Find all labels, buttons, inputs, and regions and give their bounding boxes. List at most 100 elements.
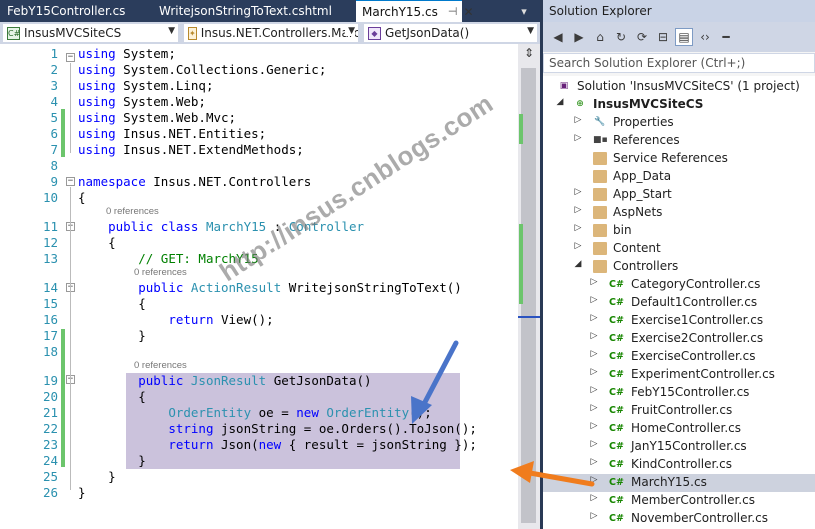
change-indicator [61,109,65,157]
codelens-references[interactable]: 0 references [134,267,187,278]
tab-marchy15[interactable]: MarchY15.cs ⊣ ✕ [356,0,474,22]
collapsed-icon[interactable]: ▷ [589,331,599,341]
collapsed-icon[interactable]: ▷ [573,223,583,233]
codelens-references[interactable]: 0 references [106,206,159,217]
tab-writejsonstringtotext[interactable]: WritejsonStringToText.cshtml [150,0,356,22]
tree-item-label: References [613,133,680,147]
codelens-references[interactable]: 0 references [134,360,187,371]
collapsed-icon[interactable]: ▷ [589,367,599,377]
code-line: { [78,389,146,404]
tree-item-app-data[interactable]: App_Data [543,168,815,186]
tree-item-controller-file-selected[interactable]: ▷ C# MarchY15.cs [543,474,815,492]
tree-item-controller-file[interactable]: ▷ C# ExerciseController.cs [543,348,815,366]
tree-item-controller-file[interactable]: ▷ C# Exercise1Controller.cs [543,312,815,330]
tree-item-content[interactable]: ▷ Content [543,240,815,258]
code-editor-pane: FebY15Controller.cs WritejsonStringToTex… [0,0,540,529]
expanded-icon[interactable]: ◢ [555,97,565,107]
tree-item-controller-file[interactable]: ▷ C# MemberController.cs [543,492,815,510]
ide-window: FebY15Controller.cs WritejsonStringToTex… [0,0,815,529]
back-icon[interactable]: ◀ [549,28,567,46]
collapsed-icon[interactable]: ▷ [589,475,599,485]
collapse-icon[interactable]: − [66,53,75,62]
chevron-down-icon: ▾ [521,4,527,18]
collapsed-icon[interactable]: ▷ [573,241,583,251]
refresh-icon[interactable]: ⟳ [633,28,651,46]
tree-item-controller-file[interactable]: ▷ C# HomeController.cs [543,420,815,438]
tree-item-controller-file[interactable]: ▷ C# FruitController.cs [543,402,815,420]
collapsed-icon[interactable]: ▷ [573,187,583,197]
pin-icon[interactable]: ⊣ [448,5,458,18]
forward-icon[interactable]: ▶ [570,28,588,46]
collapsed-icon[interactable]: ▷ [589,385,599,395]
tree-item-aspnets[interactable]: ▷ AspNets [543,204,815,222]
collapsed-icon[interactable]: ▷ [589,295,599,305]
home-icon[interactable]: ⌂ [591,28,609,46]
editor-vertical-scrollbar[interactable]: ⇕ [518,44,540,529]
scrollbar-thumb[interactable] [521,68,536,523]
class-dropdown[interactable]: ✦ Insus.NET.Controllers.Marc ▼ [183,23,359,43]
tree-item-app-start[interactable]: ▷ App_Start [543,186,815,204]
tab-label: MarchY15.cs [362,4,438,19]
collapsed-icon[interactable]: ▷ [589,277,599,287]
collapse-icon[interactable]: − [66,177,75,186]
collapsed-icon[interactable]: ▷ [573,133,583,143]
view-code-icon[interactable]: ‹› [696,28,714,46]
tree-item-controller-file[interactable]: ▷ C# Exercise2Controller.cs [543,330,815,348]
tree-item-controller-file[interactable]: ▷ C# NovemberController.cs [543,510,815,528]
tree-item-controller-file[interactable]: ▷ C# Default1Controller.cs [543,294,815,312]
class-dropdown-value: Insus.NET.Controllers.Marc [200,26,359,40]
tree-item-controller-file[interactable]: ▷ C# KindController.cs [543,456,815,474]
collapsed-icon[interactable]: ▷ [589,493,599,503]
collapsed-icon[interactable]: ▷ [589,439,599,449]
tree-item-controller-file[interactable]: ▷ C# JanY15Controller.cs [543,438,815,456]
collapsed-icon[interactable]: ▷ [589,403,599,413]
expanded-icon[interactable]: ◢ [573,259,583,269]
tree-item-controller-file[interactable]: ▷ C# CategoryController.cs [543,276,815,294]
csharp-file-icon: C# [609,405,624,416]
tab-overflow-menu[interactable]: ▾ [508,0,540,22]
line-number: 2 [50,62,58,77]
collapsed-icon[interactable]: ▷ [589,421,599,431]
tab-febY15controller[interactable]: FebY15Controller.cs [0,0,150,22]
code-line: } [78,485,86,500]
close-icon[interactable]: ✕ [463,5,473,19]
tree-item-solution[interactable]: ▣ Solution 'InsusMVCSiteCS' (1 project) [543,78,815,96]
tree-item-bin[interactable]: ▷ bin [543,222,815,240]
collapsed-icon[interactable]: ▷ [589,511,599,521]
member-dropdown[interactable]: ◆ GetJsonData() ▼ [363,23,538,43]
member-dropdown-value: GetJsonData() [385,26,470,40]
outline-guide [70,187,71,490]
tree-item-references[interactable]: ▷ ■▪ References [543,132,815,150]
line-number: 5 [50,110,58,125]
collapsed-icon[interactable]: ▷ [589,457,599,467]
chevron-down-icon: ▼ [524,26,534,36]
project-dropdown[interactable]: C# InsusMVCSiteCS ▼ [2,23,179,43]
tree-item-service-references[interactable]: Service References [543,150,815,168]
tree-item-properties[interactable]: ▷ 🔧 Properties [543,114,815,132]
line-number: 3 [50,78,58,93]
split-window-icon[interactable]: ⇕ [522,46,536,62]
solution-explorer-search-input[interactable]: Search Solution Explorer (Ctrl+;) [543,53,815,73]
solution-tree: ▣ Solution 'InsusMVCSiteCS' (1 project) ◢… [543,76,815,529]
tree-item-controllers[interactable]: ◢ Controllers [543,258,815,276]
tree-item-label: AspNets [613,205,663,219]
tab-label: WritejsonStringToText.cshtml [159,4,332,18]
collapsed-icon[interactable]: ▷ [573,205,583,215]
tree-item-label: MemberController.cs [631,493,755,507]
collapsed-icon[interactable]: ▷ [573,115,583,125]
folder-icon [593,170,607,183]
show-all-files-icon[interactable]: ▤ [675,28,693,46]
properties-icon[interactable]: ━ [717,28,735,46]
collapsed-icon[interactable]: ▷ [589,349,599,359]
sync-icon[interactable]: ↻ [612,28,630,46]
tree-item-label: Service References [613,151,728,165]
collapse-all-icon[interactable]: ⊟ [654,28,672,46]
tree-item-label: InsusMVCSiteCS [593,97,704,111]
code-line: using Insus.NET.Entities; [78,126,267,141]
code-line: using System.Web.Mvc; [78,110,237,125]
tree-item-controller-file[interactable]: ▷ C# ExperimentController.cs [543,366,815,384]
tree-item-controller-file[interactable]: ▷ C# FebY15Controller.cs [543,384,815,402]
csharp-file-icon: C# [609,387,624,398]
tree-item-project[interactable]: ◢ ⊕ InsusMVCSiteCS [543,96,815,114]
collapsed-icon[interactable]: ▷ [589,313,599,323]
